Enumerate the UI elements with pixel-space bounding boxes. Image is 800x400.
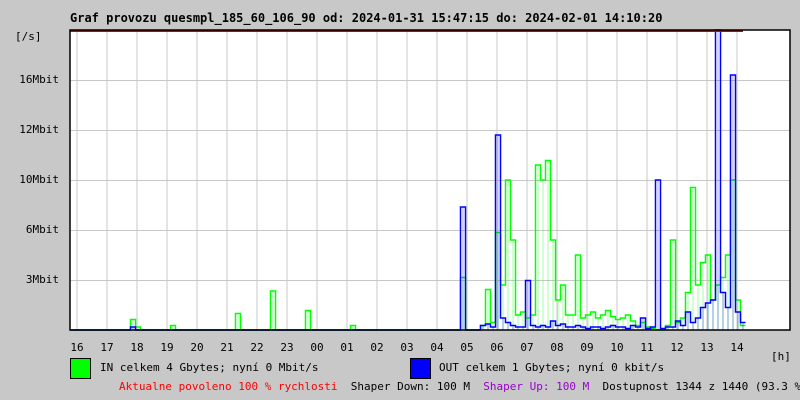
plot-area [69,29,791,331]
shaper-down-label: Shaper Down: [350,380,431,393]
allowed-speed: Aktualne povoleno 100 % rychlosti [119,380,338,393]
shaper-up: Shaper Up: 100 M [483,380,590,393]
availability: Dostupnost 1344 z 1440 (93.3 %) [602,380,800,393]
legend-in-label: IN celkem 4 Gbytes; nyní 0 Mbit/s [100,361,319,374]
legend-out-label: OUT celkem 1 Gbytes; nyní 0 kbit/s [439,361,665,374]
shaper-down-value: 100 M [436,380,471,393]
footer: Aktualne povoleno 100 % rychlosti Shaper… [119,380,800,393]
legend-in-swatch [70,358,91,379]
legend-out-swatch [410,358,431,379]
